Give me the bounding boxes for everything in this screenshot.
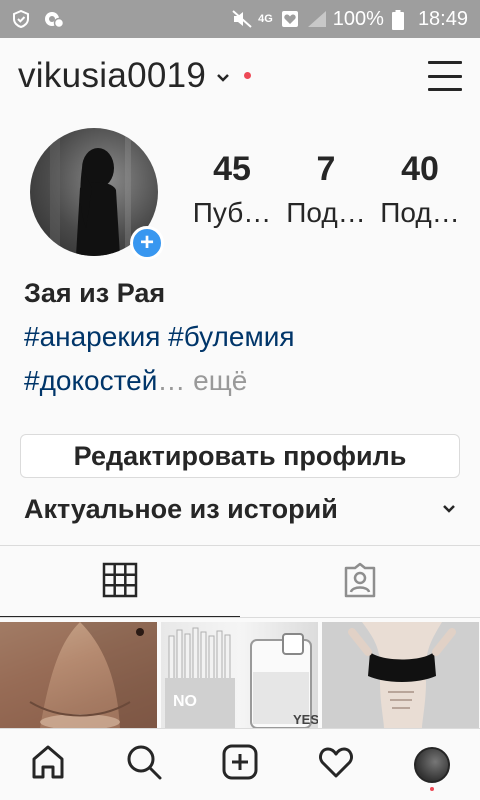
signal-icon	[307, 10, 326, 28]
yes-label: YES	[293, 712, 318, 727]
bio-hashtags-line-2: #докостей… ещё	[24, 365, 464, 397]
edit-profile-button[interactable]: Редактировать профиль	[20, 434, 460, 478]
bio-hashtag[interactable]: #докостей	[24, 365, 157, 396]
tab-divider	[0, 617, 480, 618]
stat-following[interactable]: 40 Под…	[374, 150, 466, 229]
tab-tagged[interactable]	[240, 546, 480, 618]
profile-bio: Зая из Рая #анарекия #булемия #докостей……	[24, 278, 464, 397]
highlights-title: Актуальное из историй	[24, 494, 338, 524]
post-image	[322, 622, 479, 728]
story-highlights-toggle[interactable]: Актуальное из историй	[24, 494, 456, 525]
tab-grid[interactable]	[0, 546, 240, 618]
home-icon	[28, 742, 68, 787]
nav-activity[interactable]	[306, 735, 366, 795]
posts-grid: NO YES	[0, 622, 480, 728]
chevron-down-icon[interactable]	[216, 70, 230, 88]
heart-box-icon	[281, 10, 299, 28]
status-bar: 4G 100% 18:49	[0, 0, 480, 38]
add-post-icon	[220, 742, 260, 787]
clock: 18:49	[417, 7, 468, 30]
notification-dot	[244, 71, 252, 79]
posts-count: 45	[213, 150, 251, 188]
hamburger-menu-icon[interactable]	[428, 61, 462, 91]
notification-dot	[430, 786, 434, 791]
no-label: NO	[173, 693, 197, 710]
following-count: 40	[401, 150, 439, 188]
grid-icon	[102, 562, 138, 603]
post-image: NO YES	[165, 627, 318, 728]
profile-tabs	[0, 546, 480, 618]
profile-avatar[interactable]: +	[30, 128, 164, 260]
bottom-navigation	[0, 728, 480, 800]
profile-stats: 45 Пуб… 7 Под… 40 Под…	[186, 150, 476, 229]
battery-icon	[391, 10, 410, 30]
posts-label: Пуб…	[192, 197, 272, 228]
mute-icon	[232, 10, 252, 28]
network-type-label: 4G	[258, 13, 273, 25]
post-thumbnail[interactable]	[0, 622, 157, 728]
display-name: Зая из Рая	[24, 278, 166, 308]
stat-posts[interactable]: 45 Пуб…	[186, 150, 278, 229]
battery-percent: 100%	[332, 7, 384, 30]
username-switcher[interactable]: vikusia0019	[18, 56, 206, 96]
nav-new-post[interactable]	[210, 735, 270, 795]
profile-avatar-icon	[414, 746, 450, 783]
heart-icon	[316, 742, 356, 787]
bio-hashtags-line-1[interactable]: #анарекия #булемия	[24, 321, 464, 353]
following-label: Под…	[380, 197, 460, 228]
profile-header: vikusia0019	[0, 38, 480, 114]
shield-icon	[12, 9, 30, 29]
search-icon	[124, 742, 164, 787]
nav-home[interactable]	[18, 735, 78, 795]
stat-followers[interactable]: 7 Под…	[280, 150, 372, 229]
chevron-down-icon	[442, 501, 456, 519]
chrome-notification-icon	[44, 10, 65, 29]
bio-more-link[interactable]: … ещё	[157, 365, 247, 396]
add-story-button[interactable]: +	[130, 226, 164, 260]
post-thumbnail[interactable]	[322, 622, 479, 728]
nav-search[interactable]	[114, 735, 174, 795]
followers-label: Под…	[286, 197, 366, 228]
followers-count: 7	[316, 150, 336, 188]
post-thumbnail[interactable]: NO YES	[161, 622, 318, 728]
post-image	[0, 622, 157, 728]
tagged-person-icon	[342, 562, 378, 603]
nav-profile[interactable]	[402, 735, 462, 795]
